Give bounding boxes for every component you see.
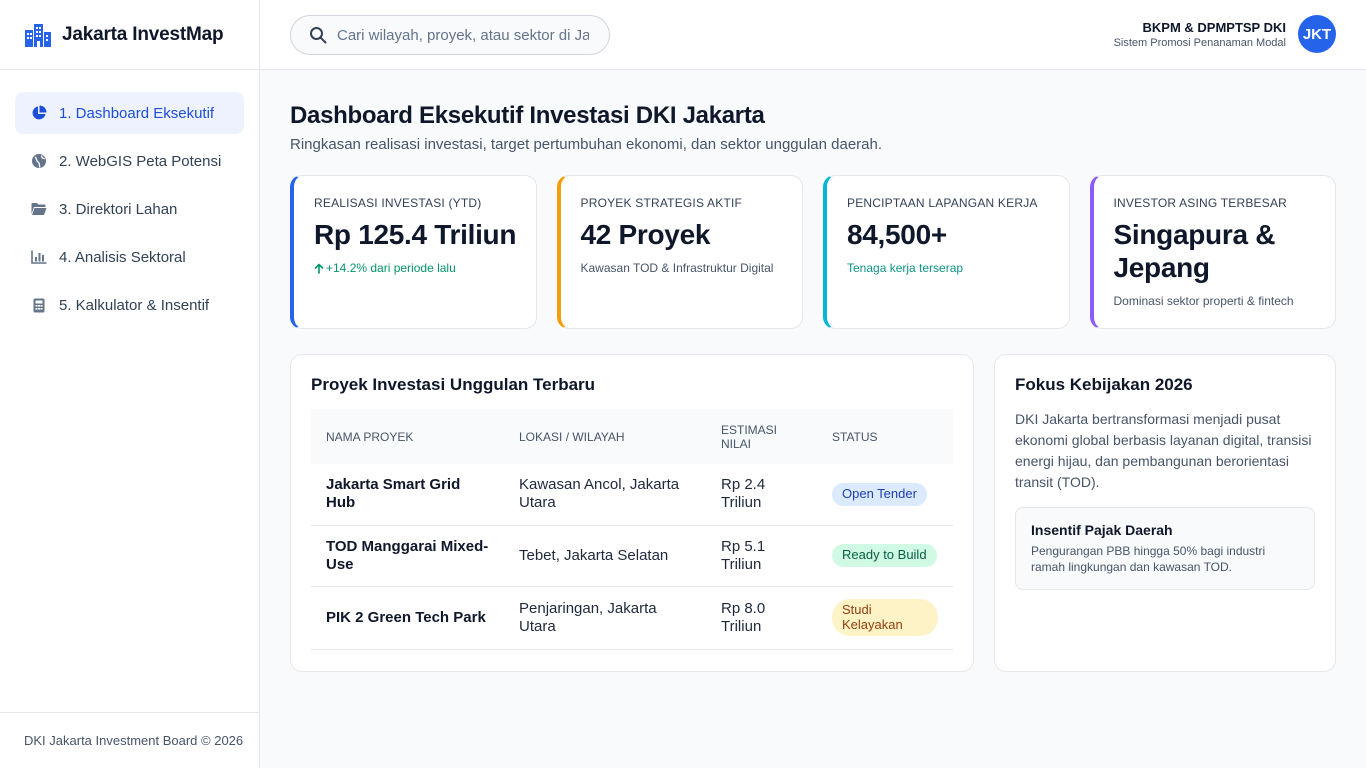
project-value: Rp 5.1 Triliun [706,525,817,587]
brand[interactable]: Jakarta InvestMap [0,0,259,70]
page-title: Dashboard Eksekutif Investasi DKI Jakart… [290,102,765,129]
sidebar-item-direktori-lahan[interactable]: 3. Direktori Lahan [15,188,244,230]
avatar[interactable]: JKT [1298,15,1336,53]
sidebar: Jakarta InvestMap 1. Dashboard Eksekutif… [0,0,260,768]
kpi-value: 42 Proyek [580,219,711,250]
search-input[interactable] [337,26,589,44]
column-header: Status [832,429,878,444]
sidebar-item-analisis-sektoral[interactable]: 4. Analisis Sektoral [15,236,244,278]
project-name: Jakarta Smart Grid Hub [311,464,504,526]
user-profile[interactable]: BKPM & DPMPTSP DKI Sistem Promosi Penana… [1114,15,1336,53]
project-location: Tebet, Jakarta Selatan [504,525,706,587]
policy-card: Fokus Kebijakan 2026 DKI Jakarta bertran… [994,354,1336,672]
globe-icon [31,153,47,169]
kpi-note: Kawasan TOD & Infrastruktur Digital [580,261,774,276]
kpi-trend: +14.2% dari periode lalu [314,261,520,275]
sidebar-item-label: 2. WebGIS Peta Potensi [59,152,222,170]
project-location: Kawasan Ancol, Jakarta Utara [504,464,706,526]
kpi-label: Penciptaan Lapangan Kerja [847,196,1038,210]
kpi-card-investor: Investor Asing Terbesar Singapura & Jepa… [1089,175,1336,329]
kpi-value: 84,500+ [847,219,947,250]
project-name: TOD Manggarai Mixed-Use [311,525,504,587]
sidebar-item-label: 3. Direktori Lahan [59,200,178,218]
status-badge: Studi Kelayakan [832,598,938,637]
sidebar-item-dashboard[interactable]: 1. Dashboard Eksekutif [15,92,244,134]
table-row[interactable]: Jakarta Smart Grid Hub Kawasan Ancol, Ja… [311,464,953,526]
kpi-label: Proyek Strategis Aktif [580,196,743,210]
top-header: BKPM & DPMPTSP DKI Sistem Promosi Penana… [260,0,1366,70]
table-header-row: Nama Proyek Lokasi / Wilayah Estimasi Ni… [311,409,953,464]
city-buildings-icon [24,23,52,47]
project-value: Rp 2.4 Triliun [706,464,817,526]
projects-card: Proyek Investasi Unggulan Terbaru Nama P… [290,354,974,672]
sidebar-item-label: 1. Dashboard Eksekutif [59,104,215,122]
incentive-text: Pengurangan PBB hingga 50% bagi industri… [1031,544,1266,574]
sidebar-item-label: 4. Analisis Sektoral [59,248,186,266]
calculator-icon [31,297,47,313]
sidebar-nav: 1. Dashboard Eksekutif 2. WebGIS Peta Po… [0,70,259,326]
main-content: Dashboard Eksekutif Investasi DKI Jakart… [290,70,1336,672]
policy-title: Fokus Kebijakan 2026 [1015,375,1193,394]
sidebar-item-webgis[interactable]: 2. WebGIS Peta Potensi [15,140,244,182]
column-header: Estimasi Nilai [721,422,778,451]
sidebar-footer: DKI Jakarta Investment Board © 2026 [0,712,259,768]
search-icon [309,26,327,44]
app-name: Jakarta InvestMap [62,23,224,45]
table-row[interactable]: PIK 2 Green Tech Park Penjaringan, Jakar… [311,586,953,650]
incentive-title: Insentif Pajak Daerah [1031,522,1173,538]
kpi-note: Dominasi sektor properti & fintech [1113,294,1294,309]
pie-chart-icon [31,105,47,121]
kpi-card-lapangan-kerja: Penciptaan Lapangan Kerja 84,500+ Tenaga… [823,175,1070,329]
organization-subtitle: Sistem Promosi Penanaman Modal [1113,36,1286,49]
table-row[interactable]: TOD Manggarai Mixed-Use Tebet, Jakarta S… [311,525,953,587]
folder-icon [31,201,47,217]
sidebar-item-kalkulator[interactable]: 5. Kalkulator & Insentif [15,284,244,326]
column-header: Nama Proyek [326,429,414,444]
kpi-note: +14.2% dari periode lalu [326,261,456,276]
policy-text: DKI Jakarta bertransformasi menjadi pusa… [1015,411,1312,490]
kpi-card-proyek: Proyek Strategis Aktif 42 Proyek Kawasan… [556,175,803,329]
status-badge: Ready to Build [832,544,937,567]
kpi-value: Rp 125.4 Triliun [314,219,517,250]
projects-title: Proyek Investasi Unggulan Terbaru [311,375,596,394]
column-header: Lokasi / Wilayah [519,429,625,444]
project-name: PIK 2 Green Tech Park [311,586,504,650]
kpi-label: Realisasi Investasi (YTD) [314,196,482,210]
project-location: Penjaringan, Jakarta Utara [504,586,706,650]
arrow-up-icon [314,263,324,274]
kpi-label: Investor Asing Terbesar [1113,196,1288,210]
page-subtitle: Ringkasan realisasi investasi, target pe… [290,136,883,153]
sidebar-item-label: 5. Kalkulator & Insentif [59,296,210,314]
search-box[interactable] [290,15,610,55]
kpi-card-realisasi: Realisasi Investasi (YTD) Rp 125.4 Trili… [290,175,537,329]
kpi-cards: Realisasi Investasi (YTD) Rp 125.4 Trili… [290,175,1336,329]
organization-name: BKPM & DPMPTSP DKI [1142,19,1287,35]
project-value: Rp 8.0 Triliun [706,586,817,650]
incentive-box: Insentif Pajak Daerah Pengurangan PBB hi… [1015,507,1315,590]
projects-table: Nama Proyek Lokasi / Wilayah Estimasi Ni… [311,409,953,650]
kpi-note: Tenaga kerja terserap [847,261,964,276]
kpi-value: Singapura & Jepang [1113,219,1276,284]
bar-chart-icon [31,249,47,265]
status-badge: Open Tender [832,482,927,506]
